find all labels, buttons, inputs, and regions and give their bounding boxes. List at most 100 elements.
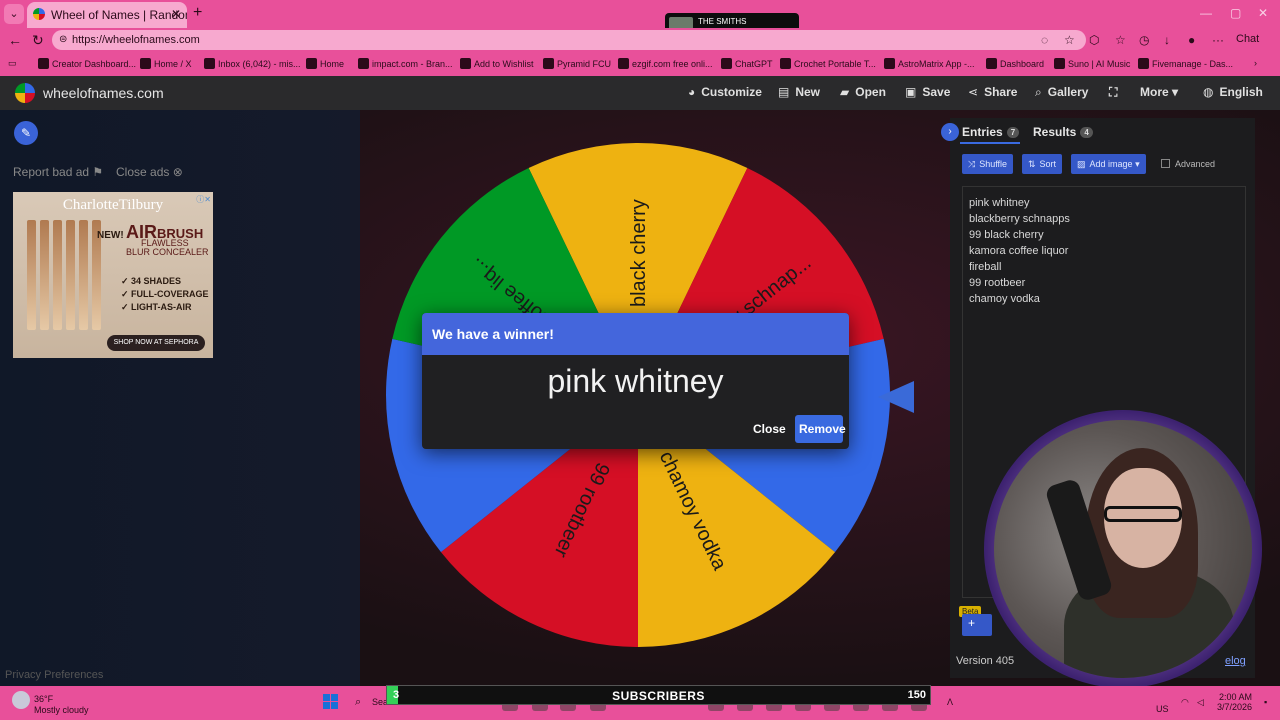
gallery-button[interactable]: ⌕ Gallery <box>1035 85 1088 100</box>
advertisement[interactable]: ⓘ✕ CharlotteTilbury NEW! AIRBRUSH FLAWLE… <box>13 192 213 358</box>
bookmark-item[interactable]: Add to Wishlist <box>460 58 534 69</box>
bookmark-item[interactable]: impact.com - Bran... <box>358 58 453 69</box>
save-button[interactable]: ▣ Save <box>905 85 950 99</box>
url-field[interactable]: ⊜ https://wheelofnames.com <box>52 30 1086 50</box>
checkbox-icon <box>1161 159 1170 168</box>
clock-time: 2:00 AM <box>1219 692 1253 702</box>
webcam-feed <box>994 420 1252 678</box>
extensions-icon[interactable]: ⬡ <box>1089 33 1099 47</box>
image-icon: ▨ <box>1077 159 1086 169</box>
weather-condition[interactable]: Mostly cloudy <box>34 705 89 715</box>
language-button[interactable]: ◍ English <box>1203 85 1263 99</box>
notifications-icon[interactable]: ▪ <box>1264 697 1267 707</box>
entry-line: 99 rootbeer <box>969 277 1026 289</box>
tab-results[interactable]: Results 4 <box>1033 125 1093 139</box>
subscriber-goal-bar: 3 SUBSCRIBERS 150 <box>386 685 931 705</box>
tab-title: Wheel of Names | Random name <box>51 8 187 22</box>
tab-strip: ⌄ Wheel of Names | Random name ✕ + — ▢ ✕ <box>0 0 1280 28</box>
add-image-button[interactable]: ▨ Add image ▾ <box>1071 154 1146 174</box>
maximize-icon[interactable]: ▢ <box>1230 6 1241 20</box>
wifi-icon[interactable]: ◠ <box>1181 697 1189 708</box>
bookmark-item[interactable]: Suno | AI Music <box>1054 58 1130 69</box>
open-button[interactable]: ▰ Open <box>840 85 886 99</box>
translate-icon[interactable]: ◌ <box>1041 33 1048 47</box>
favorites-icon[interactable]: ☆ <box>1115 33 1126 47</box>
new-tab-icon[interactable]: + <box>193 4 202 22</box>
privacy-preferences-link[interactable]: Privacy Preferences <box>5 669 103 681</box>
new-button[interactable]: ▤ New <box>778 85 820 99</box>
bookmark-star-icon[interactable]: ☆ <box>1064 33 1075 47</box>
reload-icon[interactable]: ↻ <box>32 32 44 49</box>
bookmark-item[interactable]: Inbox (6,042) - mis... <box>204 58 301 69</box>
search-icon[interactable]: ⌕ <box>355 696 361 709</box>
bookmark-item[interactable]: Crochet Portable T... <box>780 58 876 69</box>
dialog-title: We have a winner! <box>422 313 849 355</box>
more-button[interactable]: More ▾ <box>1140 85 1178 99</box>
edit-pencil-icon[interactable]: ✎ <box>14 121 38 145</box>
site-info-icon[interactable]: ⊜ <box>59 34 67 45</box>
bookmark-item[interactable]: AstroMatrix App -... <box>884 58 975 69</box>
share-button[interactable]: ⋖ Share <box>968 85 1017 99</box>
windows-start-icon[interactable] <box>323 694 339 710</box>
bookmark-item[interactable]: ChatGPT <box>721 58 773 69</box>
bookmark-item[interactable]: Home <box>306 58 344 69</box>
logo-wheel-icon[interactable] <box>15 83 35 103</box>
chat-button[interactable]: Chat <box>1236 33 1259 45</box>
bookmark-item[interactable]: Home / X <box>140 58 192 69</box>
bookmarks-panel-icon[interactable]: ▭ <box>8 58 17 69</box>
collapse-panel-icon[interactable]: › <box>941 123 959 141</box>
version-text: Version 405 <box>956 655 1015 667</box>
chevron-down-icon: ▾ <box>1172 85 1179 99</box>
profile-icon[interactable]: ● <box>1188 33 1195 47</box>
ad-bullet: ✓ FULL-COVERAGE <box>121 289 209 299</box>
bookmark-item[interactable]: Fivemanage - Das... <box>1138 58 1233 69</box>
downloads-icon[interactable]: ↓ <box>1164 33 1170 47</box>
palette-icon: ◕ <box>688 85 696 99</box>
history-icon[interactable]: ◷ <box>1139 33 1149 47</box>
close-button[interactable]: Close <box>745 415 794 443</box>
tab-entries[interactable]: Entries 7 <box>962 125 1020 139</box>
menu-dots-icon[interactable]: ··· <box>1212 33 1224 47</box>
close-ads-link[interactable]: Close ads ⊗ <box>116 165 183 179</box>
bookmark-item[interactable]: Creator Dashboard... <box>38 58 136 69</box>
report-bad-ad-link[interactable]: Report bad ad ⚑ <box>13 165 103 179</box>
minimize-icon[interactable]: — <box>1200 6 1212 20</box>
keyboard-region[interactable]: US <box>1156 704 1169 714</box>
wheel-pointer-icon <box>878 381 914 413</box>
concealer-tubes-image <box>27 220 107 338</box>
customize-button[interactable]: ◕ Customize <box>688 85 762 99</box>
entry-line: kamora coffee liquor <box>969 245 1069 257</box>
ad-bullet: ✓ LIGHT-AS-AIR <box>121 302 192 312</box>
winner-dialog: We have a winner! pink whitney Close Rem… <box>422 313 849 449</box>
app-tray-icon[interactable]: Λ <box>947 697 953 707</box>
clock[interactable]: 2:00 AM 3/7/2026 <box>1217 692 1252 712</box>
bookmarks-bar: ▭ Creator Dashboard... Home / X Inbox (6… <box>0 52 1280 76</box>
more-bookmarks-icon[interactable]: › <box>1254 58 1257 68</box>
close-window-icon[interactable]: ✕ <box>1258 6 1268 20</box>
ad-cta-button[interactable]: SHOP NOW AT SEPHORA <box>107 335 205 351</box>
subscriber-goal: 150 <box>907 689 926 701</box>
chevron-down-icon: ▾ <box>1135 159 1140 169</box>
entries-count: 7 <box>1006 127 1020 138</box>
cloud-icon[interactable] <box>12 691 30 709</box>
url-text: https://wheelofnames.com <box>72 34 200 46</box>
ad-new: NEW! <box>97 230 124 241</box>
weather-temp[interactable]: 36°F <box>34 694 53 704</box>
volume-icon[interactable]: ◁ <box>1197 697 1204 708</box>
remove-button[interactable]: Remove <box>795 415 846 443</box>
tab-search-icon[interactable]: ⌄ <box>4 4 24 24</box>
bookmark-item[interactable]: ezgif.com free onli... <box>618 58 713 69</box>
flag-icon: ⚑ <box>92 165 104 179</box>
fullscreen-icon[interactable]: ⛶ <box>1109 85 1117 100</box>
browser-tab[interactable]: Wheel of Names | Random name ✕ <box>27 2 187 28</box>
bookmark-item[interactable]: Dashboard <box>986 58 1044 69</box>
advanced-checkbox[interactable]: Advanced <box>1161 159 1215 169</box>
back-icon[interactable]: ← <box>8 32 22 48</box>
add-image-entry-button[interactable]: + <box>962 614 992 636</box>
close-tab-icon[interactable]: ✕ <box>171 7 181 21</box>
shuffle-button[interactable]: ⤨ Shuffle <box>962 154 1014 174</box>
site-logo[interactable]: wheelofnames.com <box>43 85 164 101</box>
bookmark-item[interactable]: Pyramid FCU <box>543 58 611 69</box>
entry-line: fireball <box>969 261 1002 273</box>
sort-button[interactable]: ⇅ Sort <box>1022 154 1063 174</box>
